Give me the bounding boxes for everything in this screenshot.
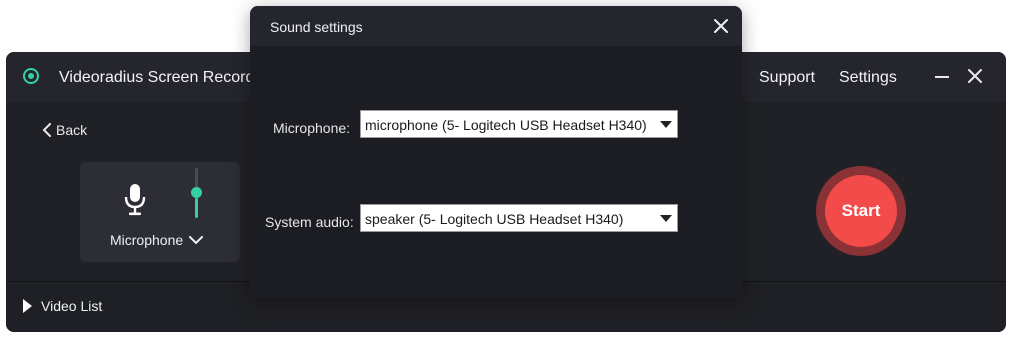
microphone-dropdown[interactable]: Microphone	[110, 232, 204, 248]
back-button[interactable]: Back	[42, 122, 87, 138]
app-title: Videoradius Screen Recorder	[59, 69, 269, 86]
volume-knob[interactable]	[191, 187, 202, 198]
close-icon[interactable]	[966, 67, 984, 85]
microphone-select-value: microphone (5- Logitech USB Headset H340…	[365, 117, 647, 133]
dropdown-arrow-icon	[660, 121, 672, 128]
microphone-select[interactable]: microphone (5- Logitech USB Headset H340…	[360, 110, 678, 138]
system-audio-field-label: System audio:	[265, 214, 354, 230]
dialog-title: Sound settings	[270, 19, 363, 35]
chevron-down-icon	[189, 235, 204, 244]
minimize-icon[interactable]	[935, 76, 949, 78]
start-button[interactable]: Start	[825, 175, 897, 247]
volume-fill	[195, 198, 198, 218]
caret-right-icon	[23, 299, 32, 313]
system-audio-select-value: speaker (5- Logitech USB Headset H340)	[365, 211, 624, 227]
chevron-left-icon	[42, 123, 51, 137]
support-link[interactable]: Support	[759, 69, 815, 87]
back-label: Back	[56, 122, 88, 138]
microphone-card[interactable]: Microphone	[80, 162, 240, 262]
settings-link[interactable]: Settings	[839, 69, 897, 87]
system-audio-select[interactable]: speaker (5- Logitech USB Headset H340)	[360, 204, 678, 232]
dialog-close-icon[interactable]	[713, 18, 729, 34]
volume-slider[interactable]	[186, 168, 206, 224]
microphone-source-label: Microphone	[110, 232, 184, 248]
dropdown-arrow-icon	[660, 215, 672, 222]
sound-settings-dialog: Sound settings Microphone: microphone (5…	[250, 6, 742, 298]
start-button-ring: Start	[816, 166, 906, 256]
dialog-header: Sound settings	[250, 6, 742, 46]
app-logo-icon	[23, 68, 39, 84]
microphone-icon	[124, 184, 146, 216]
video-list-toggle[interactable]: Video List	[23, 298, 102, 314]
microphone-field-label: Microphone:	[273, 120, 351, 136]
video-list-label: Video List	[41, 298, 103, 314]
